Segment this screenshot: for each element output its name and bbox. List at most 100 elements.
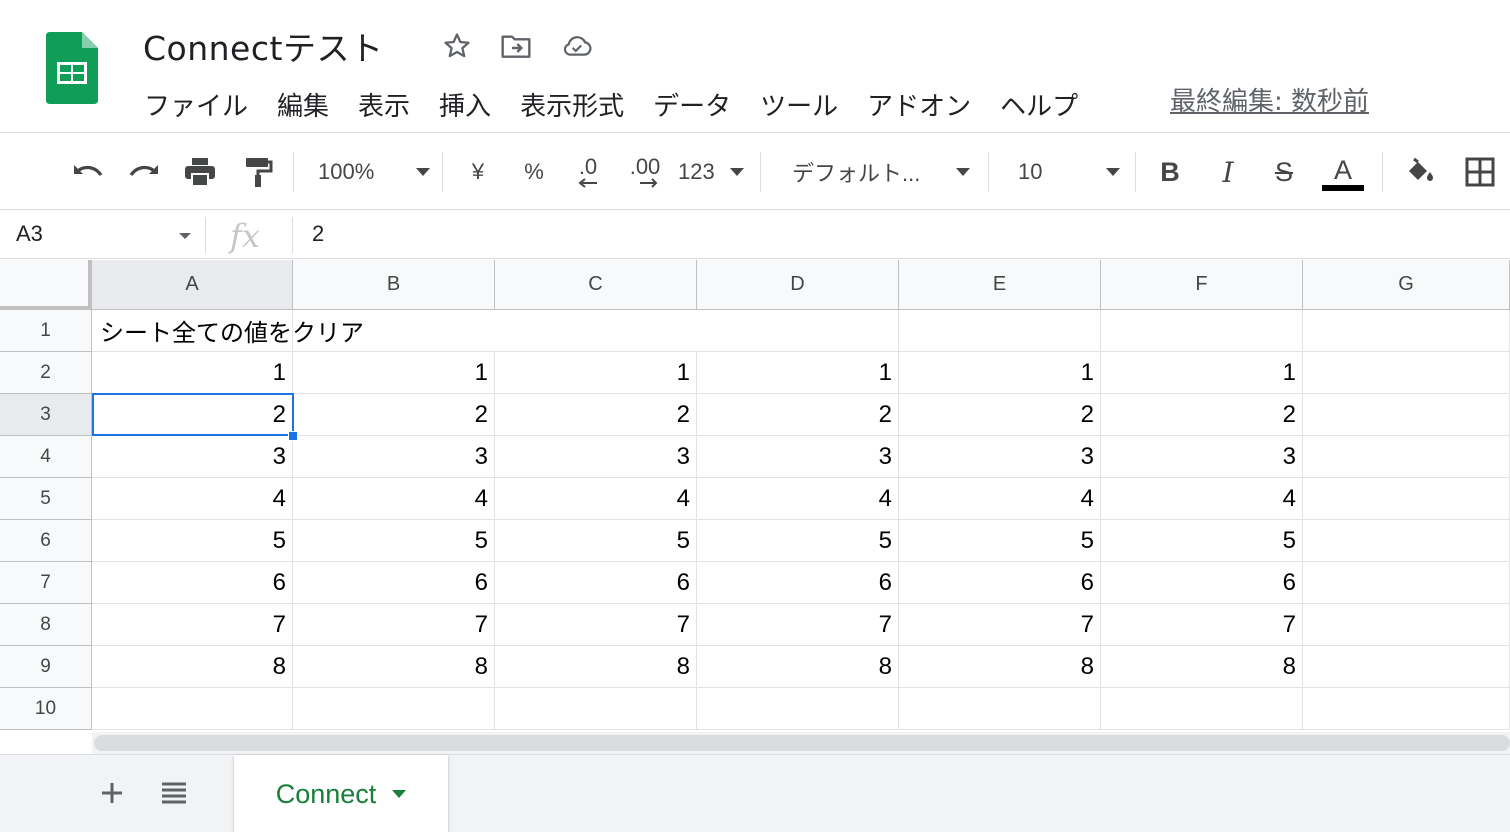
menu-view[interactable]: 表示	[358, 86, 410, 123]
row-header-8[interactable]: 8	[0, 604, 92, 646]
fill-color-icon[interactable]	[1400, 152, 1440, 192]
cell-d6[interactable]: 5	[697, 520, 899, 562]
menu-file[interactable]: ファイル	[144, 86, 248, 123]
row-header-9[interactable]: 9	[0, 646, 92, 688]
cell-d10[interactable]	[697, 688, 899, 730]
cell-a5[interactable]: 4	[92, 478, 293, 520]
redo-icon[interactable]	[124, 152, 164, 192]
all-sheets-icon[interactable]	[154, 773, 194, 813]
cell-e10[interactable]	[899, 688, 1101, 730]
star-icon[interactable]	[441, 30, 473, 62]
cell-f9[interactable]: 8	[1101, 646, 1303, 688]
menu-help[interactable]: ヘルプ	[1000, 86, 1078, 123]
paint-format-icon[interactable]	[238, 152, 278, 192]
italic-button[interactable]: I	[1210, 152, 1246, 192]
cell-b6[interactable]: 5	[293, 520, 495, 562]
cell-c6[interactable]: 5	[495, 520, 697, 562]
cell-f1[interactable]	[1101, 310, 1303, 352]
cell-d5[interactable]: 4	[697, 478, 899, 520]
sheets-logo-icon[interactable]	[46, 32, 98, 104]
column-header-c[interactable]: C	[495, 260, 697, 310]
cell-d4[interactable]: 3	[697, 436, 899, 478]
cell-b8[interactable]: 7	[293, 604, 495, 646]
menu-edit[interactable]: 編集	[277, 86, 329, 123]
undo-icon[interactable]	[68, 152, 108, 192]
cell-c5[interactable]: 4	[495, 478, 697, 520]
cell-f5[interactable]: 4	[1101, 478, 1303, 520]
bold-button[interactable]: B	[1152, 152, 1188, 192]
more-formats-button[interactable]: 123	[678, 152, 744, 192]
cell-a8[interactable]: 7	[92, 604, 293, 646]
cell-c8[interactable]: 7	[495, 604, 697, 646]
sheet-tab-connect[interactable]: Connect	[234, 755, 448, 832]
cell-e5[interactable]: 4	[899, 478, 1101, 520]
cell-c10[interactable]	[495, 688, 697, 730]
cell-a7[interactable]: 6	[92, 562, 293, 604]
row-header-1[interactable]: 1	[0, 310, 92, 352]
cell-a2[interactable]: 1	[92, 352, 293, 394]
chevron-down-icon[interactable]	[179, 233, 191, 239]
cell-a3[interactable]: 2	[92, 394, 293, 436]
cell-b4[interactable]: 3	[293, 436, 495, 478]
cell-e6[interactable]: 5	[899, 520, 1101, 562]
font-size-select[interactable]: 10	[1018, 152, 1120, 192]
cell-g1[interactable]	[1303, 310, 1510, 352]
menu-addons[interactable]: アドオン	[867, 86, 971, 123]
cell-b7[interactable]: 6	[293, 562, 495, 604]
cell-e9[interactable]: 8	[899, 646, 1101, 688]
spreadsheet-grid[interactable]: A B C D E F G 1 シート全ての値をクリア 2 1 1 1 1 1 1 3 2 2 2 2 2 2 4 3 3 3 3 3 3…	[0, 260, 1510, 732]
row-header-10[interactable]: 10	[0, 688, 92, 730]
cell-e1[interactable]	[899, 310, 1101, 352]
increase-decimal-button[interactable]: .00	[620, 152, 670, 192]
cell-e4[interactable]: 3	[899, 436, 1101, 478]
cell-e7[interactable]: 6	[899, 562, 1101, 604]
cell-g10[interactable]	[1303, 688, 1510, 730]
row-header-5[interactable]: 5	[0, 478, 92, 520]
name-box[interactable]: A3	[16, 221, 43, 247]
menu-format[interactable]: 表示形式	[520, 86, 624, 123]
column-header-a[interactable]: A	[92, 260, 293, 310]
cell-f6[interactable]: 5	[1101, 520, 1303, 562]
cell-d7[interactable]: 6	[697, 562, 899, 604]
cell-e3[interactable]: 2	[899, 394, 1101, 436]
decrease-decimal-button[interactable]: .0	[566, 152, 610, 192]
cell-b10[interactable]	[293, 688, 495, 730]
last-edit-link[interactable]: 最終編集: 数秒前	[1170, 81, 1369, 118]
select-all-corner[interactable]	[0, 260, 92, 310]
zoom-select[interactable]: 100%	[318, 152, 430, 192]
cell-b9[interactable]: 8	[293, 646, 495, 688]
row-header-7[interactable]: 7	[0, 562, 92, 604]
cell-c4[interactable]: 3	[495, 436, 697, 478]
menu-data[interactable]: データ	[653, 86, 731, 123]
row-header-4[interactable]: 4	[0, 436, 92, 478]
row-header-6[interactable]: 6	[0, 520, 92, 562]
column-header-b[interactable]: B	[293, 260, 495, 310]
cell-c1[interactable]	[495, 310, 697, 352]
cell-b1[interactable]	[293, 310, 495, 352]
column-header-f[interactable]: F	[1101, 260, 1303, 310]
cell-f3[interactable]: 2	[1101, 394, 1303, 436]
currency-format-button[interactable]: ¥	[460, 152, 496, 192]
cell-e2[interactable]: 1	[899, 352, 1101, 394]
row-header-3[interactable]: 3	[0, 394, 92, 436]
cell-f4[interactable]: 3	[1101, 436, 1303, 478]
cell-a1[interactable]: シート全ての値をクリア	[92, 310, 364, 352]
cell-d8[interactable]: 7	[697, 604, 899, 646]
cell-f7[interactable]: 6	[1101, 562, 1303, 604]
cell-e8[interactable]: 7	[899, 604, 1101, 646]
cell-c2[interactable]: 1	[495, 352, 697, 394]
cell-d9[interactable]: 8	[697, 646, 899, 688]
row-header-2[interactable]: 2	[0, 352, 92, 394]
column-header-d[interactable]: D	[697, 260, 899, 310]
menu-insert[interactable]: 挿入	[439, 86, 491, 123]
cell-g2[interactable]	[1303, 352, 1510, 394]
strikethrough-button[interactable]: S	[1266, 152, 1302, 192]
cell-g4[interactable]	[1303, 436, 1510, 478]
cell-d1[interactable]	[697, 310, 899, 352]
cell-a9[interactable]: 8	[92, 646, 293, 688]
cell-f10[interactable]	[1101, 688, 1303, 730]
cell-b3[interactable]: 2	[293, 394, 495, 436]
font-family-select[interactable]: デフォルト...	[792, 152, 970, 192]
cell-d3[interactable]: 2	[697, 394, 899, 436]
chevron-down-icon[interactable]	[392, 790, 407, 798]
